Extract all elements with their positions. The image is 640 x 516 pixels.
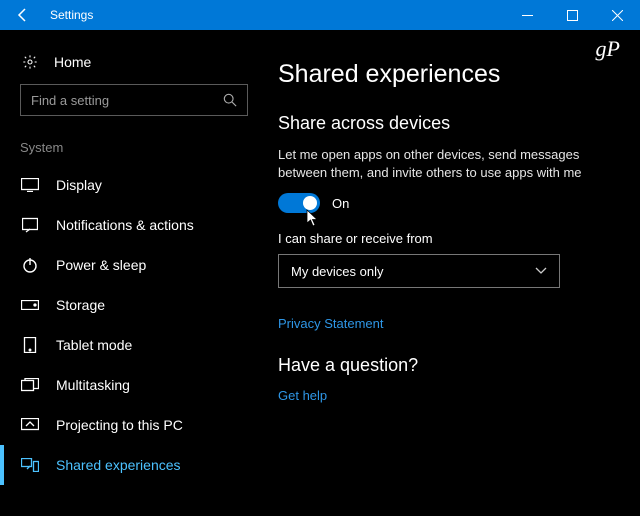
sidebar-item-label: Storage [56, 297, 105, 313]
section-heading: Share across devices [278, 113, 620, 134]
sidebar-item-label: Display [56, 177, 102, 193]
search-icon [223, 93, 237, 107]
sidebar-item-shared-experiences[interactable]: Shared experiences [0, 445, 268, 485]
shared-icon [20, 458, 40, 472]
toggle-knob [303, 196, 317, 210]
search-box[interactable] [20, 84, 248, 116]
group-label: System [0, 134, 268, 165]
sidebar-item-power[interactable]: Power & sleep [0, 245, 268, 285]
sidebar-item-label: Shared experiences [56, 457, 181, 473]
back-button[interactable] [0, 0, 46, 30]
cursor-icon [306, 209, 320, 227]
toggle-state-label: On [332, 196, 349, 211]
projecting-icon [20, 418, 40, 432]
privacy-link[interactable]: Privacy Statement [278, 316, 620, 331]
select-value: My devices only [291, 264, 383, 279]
close-button[interactable] [595, 0, 640, 30]
share-from-label: I can share or receive from [278, 231, 620, 246]
help-link[interactable]: Get help [278, 388, 620, 403]
notifications-icon [20, 217, 40, 233]
chevron-down-icon [535, 267, 547, 275]
main-panel: Shared experiences Share across devices … [268, 30, 640, 516]
home-label: Home [54, 54, 91, 70]
multitasking-icon [20, 378, 40, 392]
sidebar-item-display[interactable]: Display [0, 165, 268, 205]
question-heading: Have a question? [278, 355, 620, 376]
sidebar: Home System Display Notifications & acti… [0, 30, 268, 516]
sidebar-item-label: Tablet mode [56, 337, 132, 353]
sidebar-item-label: Power & sleep [56, 257, 146, 273]
search-input[interactable] [31, 93, 223, 108]
tablet-icon [20, 337, 40, 353]
gear-icon [20, 54, 40, 70]
window-title: Settings [46, 8, 505, 22]
power-icon [20, 257, 40, 273]
maximize-button[interactable] [550, 0, 595, 30]
sidebar-item-multitasking[interactable]: Multitasking [0, 365, 268, 405]
sidebar-item-label: Notifications & actions [56, 217, 194, 233]
minimize-button[interactable] [505, 0, 550, 30]
sidebar-item-storage[interactable]: Storage [0, 285, 268, 325]
sidebar-item-label: Projecting to this PC [56, 417, 183, 433]
sidebar-item-notifications[interactable]: Notifications & actions [0, 205, 268, 245]
sidebar-item-tablet[interactable]: Tablet mode [0, 325, 268, 365]
titlebar: Settings [0, 0, 640, 30]
sidebar-item-label: Multitasking [56, 377, 130, 393]
display-icon [20, 178, 40, 192]
section-description: Let me open apps on other devices, send … [278, 146, 608, 181]
storage-icon [20, 300, 40, 310]
home-button[interactable]: Home [0, 48, 268, 84]
sidebar-item-projecting[interactable]: Projecting to this PC [0, 405, 268, 445]
page-heading: Shared experiences [278, 60, 620, 89]
share-from-select[interactable]: My devices only [278, 254, 560, 288]
